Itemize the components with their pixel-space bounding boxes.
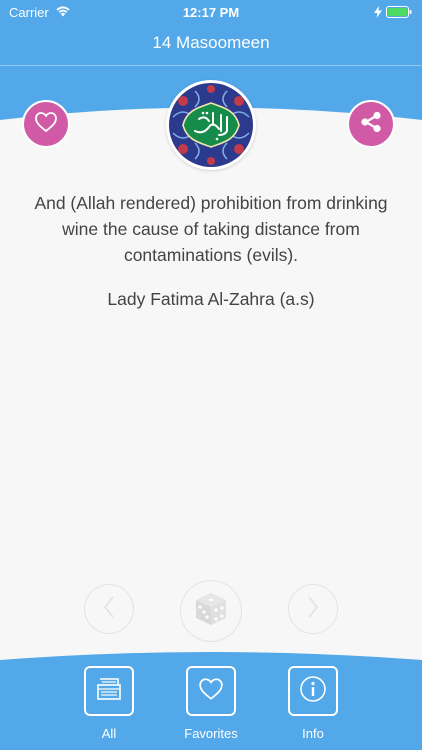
quote-author: Lady Fatima Al-Zahra (a.s) — [107, 289, 315, 309]
tab-favorites[interactable]: Favorites — [171, 666, 251, 741]
dice-icon — [192, 590, 230, 633]
tab-favorites-label: Favorites — [184, 726, 238, 741]
stack-icon — [96, 677, 122, 706]
heart-icon — [198, 677, 224, 706]
tab-all-box[interactable] — [84, 666, 134, 716]
status-time: 12:17 PM — [182, 5, 240, 20]
tab-info-box[interactable] — [288, 666, 338, 716]
tab-info-label: Info — [302, 726, 324, 741]
chevron-left-icon — [102, 595, 116, 624]
tab-favorites-box[interactable] — [186, 666, 236, 716]
heart-icon — [34, 111, 58, 138]
page-title: 14 Masoomeen — [0, 26, 422, 66]
battery-indicator — [374, 6, 412, 21]
tab-all[interactable]: All — [69, 666, 149, 741]
battery-icon — [386, 6, 412, 21]
calligraphy-emblem-icon — [166, 80, 256, 170]
info-icon — [299, 675, 327, 708]
chevron-right-icon — [306, 595, 320, 624]
status-bar: Carrier 12:17 PM — [0, 0, 422, 26]
quote-text: And (Allah rendered) prohibition from dr… — [34, 193, 388, 265]
share-icon — [358, 109, 384, 140]
previous-button[interactable] — [84, 584, 134, 634]
random-button[interactable] — [180, 580, 242, 642]
favorite-button[interactable] — [22, 100, 70, 148]
tab-info[interactable]: Info — [273, 666, 353, 741]
charging-icon — [374, 6, 382, 21]
next-button[interactable] — [288, 584, 338, 634]
share-button[interactable] — [347, 100, 395, 148]
tab-all-label: All — [101, 726, 117, 741]
